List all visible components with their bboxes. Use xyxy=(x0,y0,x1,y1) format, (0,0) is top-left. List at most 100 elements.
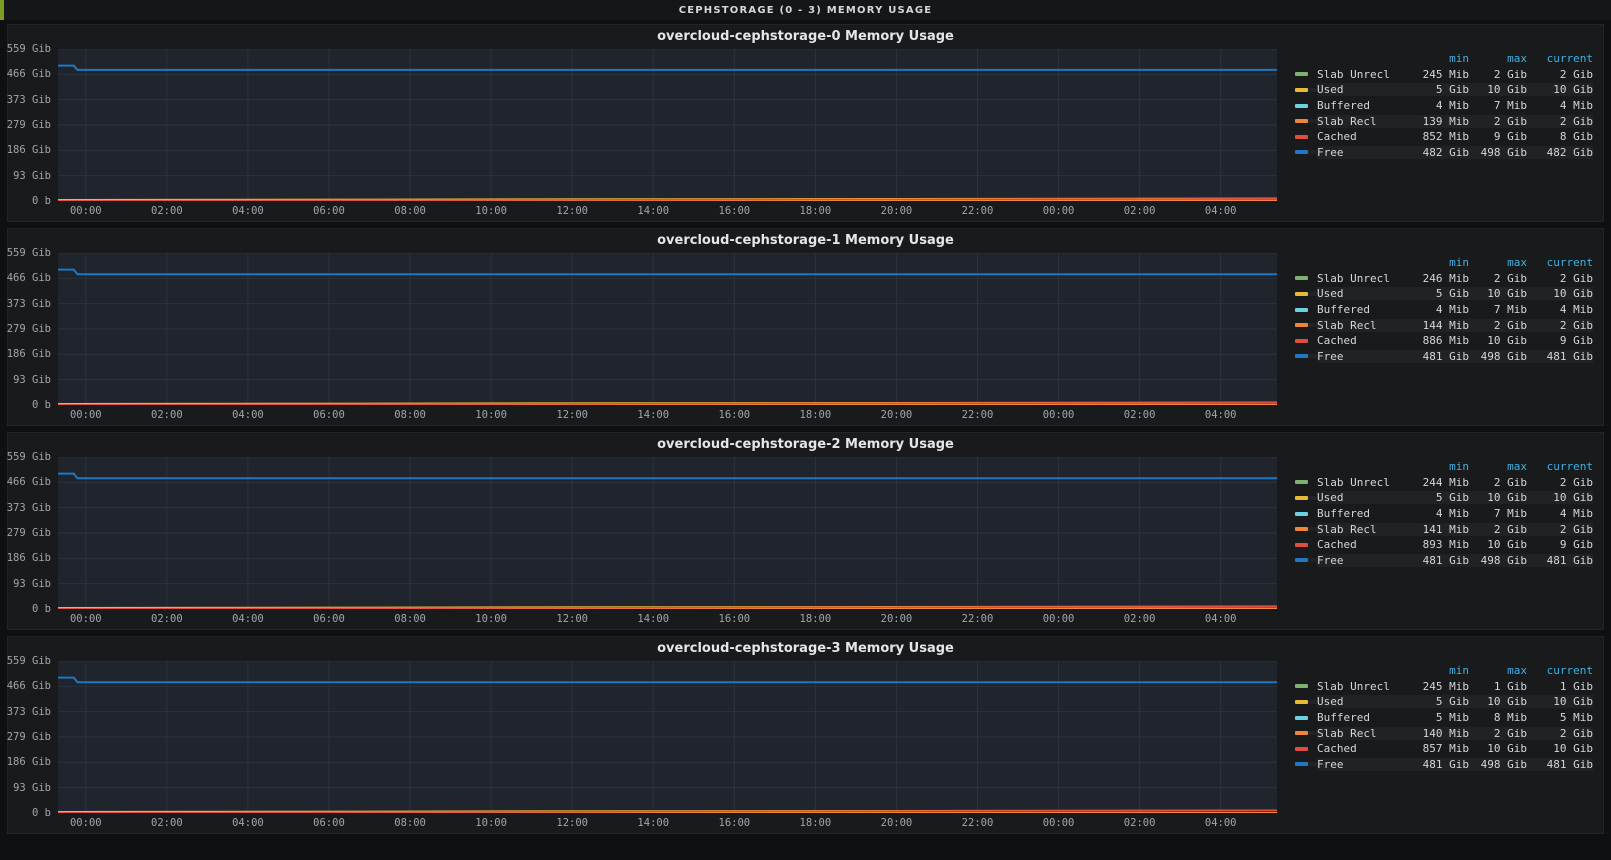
legend-series-name[interactable]: Buffered xyxy=(1317,303,1403,316)
x-axis: 00:0002:0004:0006:0008:0010:0012:0014:00… xyxy=(58,813,1277,833)
legend-series-name[interactable]: Buffered xyxy=(1317,711,1403,724)
y-tick-label: 559 Gib xyxy=(7,43,51,55)
plot-area[interactable] xyxy=(58,253,1277,405)
legend-max-value: 10 Gib xyxy=(1469,742,1527,755)
legend-series-name[interactable]: Used xyxy=(1317,491,1403,504)
legend-series-swatch[interactable] xyxy=(1295,88,1317,92)
chart-panel: overcloud-cephstorage-2 Memory Usage 559… xyxy=(7,432,1604,630)
legend-current-value: 10 Gib xyxy=(1527,83,1593,96)
legend-max-value: 1 Gib xyxy=(1469,680,1527,693)
legend-series-swatch[interactable] xyxy=(1295,339,1317,343)
legend-series-swatch[interactable] xyxy=(1295,684,1317,688)
legend-series-swatch[interactable] xyxy=(1295,480,1317,484)
legend-series-name[interactable]: Slab Recl xyxy=(1317,727,1403,740)
legend-min-value: 857 Mib xyxy=(1403,742,1469,755)
legend-series-name[interactable]: Buffered xyxy=(1317,507,1403,520)
x-tick-label: 08:00 xyxy=(394,205,426,217)
legend-max-value: 10 Gib xyxy=(1469,491,1527,504)
legend-min-value: 5 Gib xyxy=(1403,83,1469,96)
legend-series-name[interactable]: Slab Unrecl xyxy=(1317,68,1403,81)
legend-current-value: 482 Gib xyxy=(1527,146,1593,159)
x-tick-label: 00:00 xyxy=(1043,205,1075,217)
legend-series-name[interactable]: Free xyxy=(1317,146,1403,159)
x-tick-label: 02:00 xyxy=(1124,409,1156,421)
x-tick-label: 06:00 xyxy=(313,817,345,829)
legend-series-name[interactable]: Free xyxy=(1317,350,1403,363)
legend-max-value: 10 Gib xyxy=(1469,287,1527,300)
legend-series-name[interactable]: Slab Unrecl xyxy=(1317,272,1403,285)
legend-series-name[interactable]: Slab Recl xyxy=(1317,319,1403,332)
legend-series-name[interactable]: Used xyxy=(1317,287,1403,300)
panel-title[interactable]: overcloud-cephstorage-0 Memory Usage xyxy=(8,25,1603,49)
x-tick-label: 18:00 xyxy=(800,817,832,829)
legend-max-value: 10 Gib xyxy=(1469,334,1527,347)
legend-current-value: 4 Mib xyxy=(1527,99,1593,112)
sidebar-menu-sliver[interactable] xyxy=(0,0,4,20)
legend-current-value: 10 Gib xyxy=(1527,742,1593,755)
x-tick-label: 14:00 xyxy=(637,817,669,829)
legend-series-swatch[interactable] xyxy=(1295,527,1317,531)
legend-series-name[interactable]: Cached xyxy=(1317,742,1403,755)
legend-series-name[interactable]: Cached xyxy=(1317,334,1403,347)
y-tick-label: 279 Gib xyxy=(7,323,51,335)
x-tick-label: 04:00 xyxy=(232,613,264,625)
legend-series-name[interactable]: Free xyxy=(1317,554,1403,567)
series-color-icon xyxy=(1295,276,1308,280)
x-tick-label: 04:00 xyxy=(1205,205,1237,217)
legend-series-swatch[interactable] xyxy=(1295,135,1317,139)
legend-series-swatch[interactable] xyxy=(1295,276,1317,280)
legend-series-name[interactable]: Used xyxy=(1317,695,1403,708)
legend-max-value: 7 Mib xyxy=(1469,99,1527,112)
legend-min-value: 5 Mib xyxy=(1403,711,1469,724)
legend-max-value: 2 Gib xyxy=(1469,727,1527,740)
legend-series-swatch[interactable] xyxy=(1295,150,1317,154)
legend-series-swatch[interactable] xyxy=(1295,72,1317,76)
legend-series-name[interactable]: Slab Recl xyxy=(1317,523,1403,536)
y-tick-label: 559 Gib xyxy=(7,655,51,667)
legend-series-swatch[interactable] xyxy=(1295,700,1317,704)
legend-series-swatch[interactable] xyxy=(1295,731,1317,735)
legend-series-name[interactable]: Free xyxy=(1317,758,1403,771)
plot-area[interactable] xyxy=(58,661,1277,813)
series-color-icon xyxy=(1295,354,1308,358)
legend-series-swatch[interactable] xyxy=(1295,512,1317,516)
legend-series-name[interactable]: Buffered xyxy=(1317,99,1403,112)
legend-series-name[interactable]: Slab Unrecl xyxy=(1317,476,1403,489)
legend-grid: minmaxcurrentSlab Unrecl245 Mib2 Gib2 Gi… xyxy=(1295,51,1597,160)
line-chart xyxy=(58,253,1277,405)
series-line-free xyxy=(58,270,1277,275)
series-color-icon xyxy=(1295,496,1308,500)
legend-max-value: 498 Gib xyxy=(1469,554,1527,567)
plot-area[interactable] xyxy=(58,49,1277,201)
legend-series-name[interactable]: Used xyxy=(1317,83,1403,96)
panel-title[interactable]: overcloud-cephstorage-3 Memory Usage xyxy=(8,637,1603,661)
legend-max-value: 498 Gib xyxy=(1469,146,1527,159)
legend-series-swatch[interactable] xyxy=(1295,747,1317,751)
legend-series-name[interactable]: Slab Unrecl xyxy=(1317,680,1403,693)
x-tick-label: 20:00 xyxy=(881,817,913,829)
legend-column-header: max xyxy=(1469,460,1527,473)
x-tick-label: 16:00 xyxy=(718,613,750,625)
legend-series-swatch[interactable] xyxy=(1295,308,1317,312)
legend-series-swatch[interactable] xyxy=(1295,104,1317,108)
legend-series-swatch[interactable] xyxy=(1295,119,1317,123)
legend-column-header: min xyxy=(1403,52,1469,65)
panel-title[interactable]: overcloud-cephstorage-2 Memory Usage xyxy=(8,433,1603,457)
dashboard-header: CEPHSTORAGE (0 - 3) MEMORY USAGE xyxy=(0,0,1611,20)
panel-title[interactable]: overcloud-cephstorage-1 Memory Usage xyxy=(8,229,1603,253)
legend-series-name[interactable]: Cached xyxy=(1317,538,1403,551)
x-axis: 00:0002:0004:0006:0008:0010:0012:0014:00… xyxy=(58,201,1277,221)
legend-series-swatch[interactable] xyxy=(1295,558,1317,562)
legend-series-swatch[interactable] xyxy=(1295,292,1317,296)
legend-series-swatch[interactable] xyxy=(1295,496,1317,500)
x-tick-label: 12:00 xyxy=(556,613,588,625)
legend-series-name[interactable]: Cached xyxy=(1317,130,1403,143)
legend-series-swatch[interactable] xyxy=(1295,762,1317,766)
legend-series-swatch[interactable] xyxy=(1295,323,1317,327)
plot-area[interactable] xyxy=(58,457,1277,609)
legend-series-name[interactable]: Slab Recl xyxy=(1317,115,1403,128)
legend-series-swatch[interactable] xyxy=(1295,716,1317,720)
legend-series-swatch[interactable] xyxy=(1295,354,1317,358)
legend-series-swatch[interactable] xyxy=(1295,543,1317,547)
x-tick-label: 18:00 xyxy=(800,409,832,421)
